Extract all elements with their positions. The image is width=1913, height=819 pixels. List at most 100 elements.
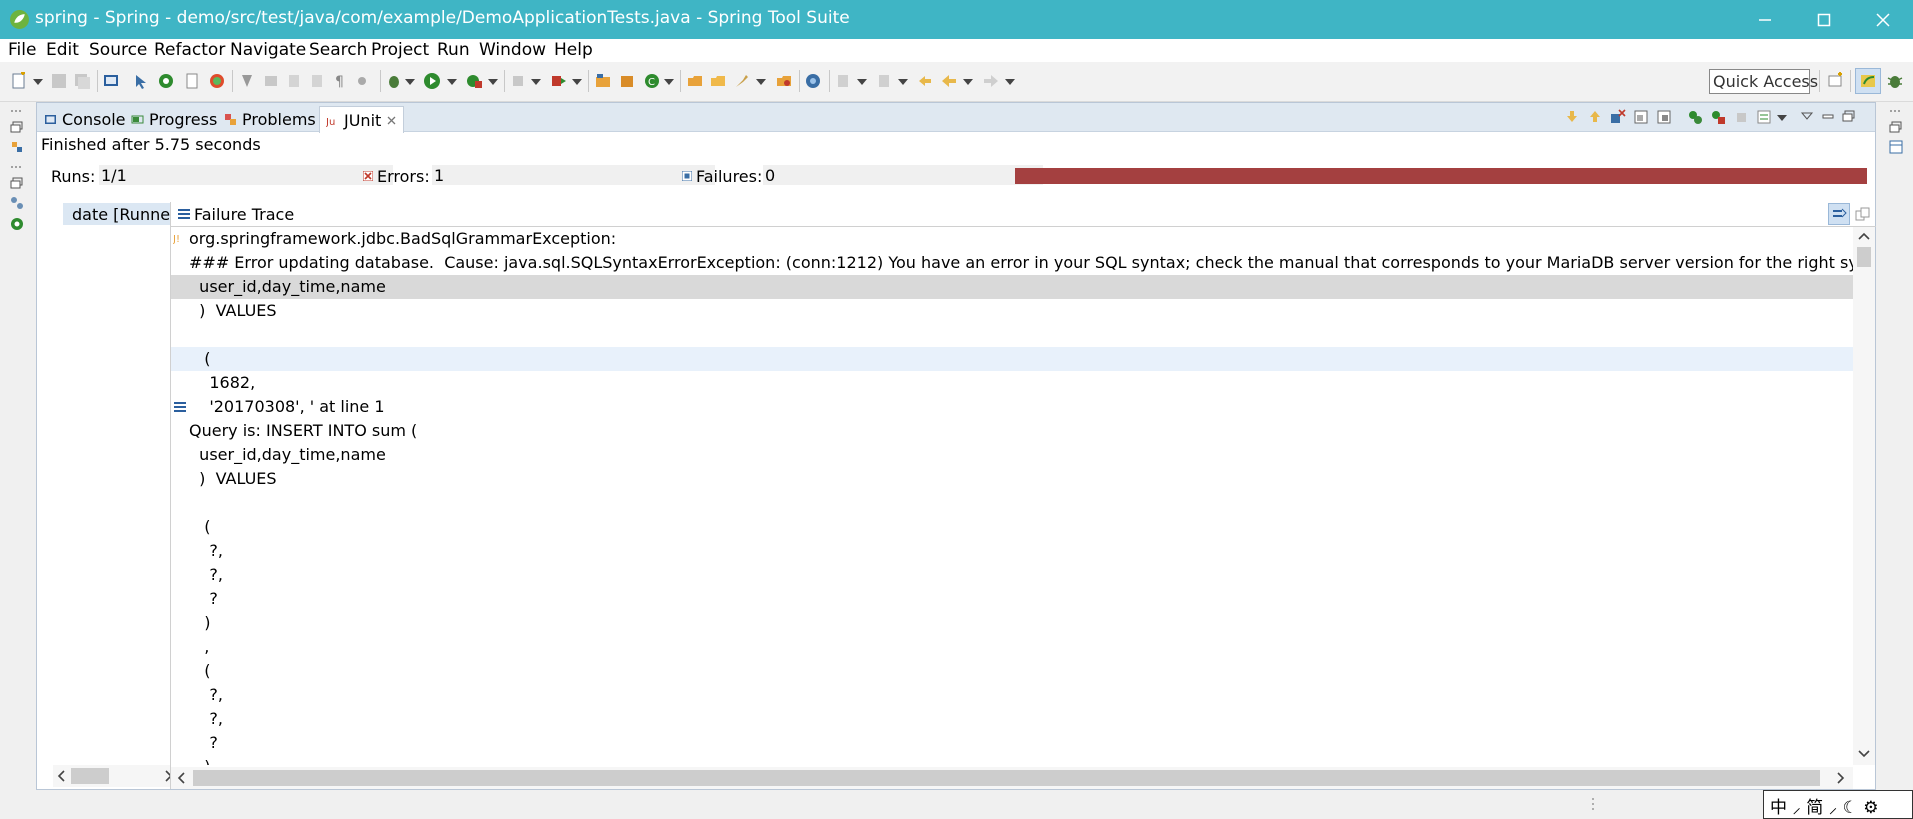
scroll-lock-icon[interactable] — [1633, 109, 1649, 125]
filter-stack-button[interactable] — [1828, 203, 1850, 225]
tab-junit[interactable]: Ju JUnit — [319, 106, 405, 133]
new-package-icon[interactable] — [618, 72, 636, 90]
trace-horizontal-scrollbar[interactable] — [171, 767, 1853, 789]
new-class-dropdown-icon[interactable] — [664, 79, 674, 85]
view-menu-icon[interactable] — [1800, 109, 1814, 123]
save-all-icon[interactable] — [73, 72, 91, 90]
scroll-left-icon[interactable] — [57, 770, 67, 782]
outline-icon[interactable] — [1889, 140, 1903, 154]
restore-icon[interactable] — [10, 176, 24, 190]
quick-access-field[interactable]: Quick Access — [1709, 69, 1818, 94]
boot-dashboard-icon[interactable] — [10, 217, 24, 231]
history-dropdown-icon[interactable] — [1777, 115, 1787, 121]
debug-dropdown-icon[interactable] — [405, 79, 415, 85]
test-tree-item[interactable]: date [Runner: JUnit 4] — [63, 203, 180, 225]
open-perspective-icon[interactable] — [1826, 72, 1844, 90]
save-icon[interactable] — [50, 72, 68, 90]
test-history-icon[interactable] — [1756, 109, 1772, 125]
globe-refresh-icon[interactable] — [208, 72, 226, 90]
close-button[interactable] — [1854, 0, 1912, 39]
tab-progress[interactable]: Progress — [131, 107, 217, 132]
tree-scroll-thumb[interactable] — [71, 768, 109, 784]
scroll-up-icon[interactable] — [1858, 231, 1870, 241]
menu-file[interactable]: File — [8, 40, 36, 60]
browser-icon[interactable] — [804, 72, 822, 90]
scroll-down-icon[interactable] — [1858, 749, 1870, 759]
minimize-button[interactable] — [1736, 0, 1794, 39]
last-edit-location-icon[interactable] — [916, 72, 934, 90]
pilcrow-icon[interactable]: ¶ — [331, 72, 349, 90]
menu-project[interactable]: Project — [371, 40, 429, 60]
back-marker-icon[interactable] — [262, 72, 280, 90]
page-icon[interactable] — [183, 72, 201, 90]
terminal-icon[interactable] — [102, 72, 120, 90]
new-java-project-icon[interactable] — [594, 72, 612, 90]
menu-navigate[interactable]: Navigate — [230, 40, 306, 60]
open-task-icon[interactable] — [775, 72, 793, 90]
stop-test-icon[interactable] — [1733, 109, 1749, 125]
deploy-icon[interactable] — [550, 72, 568, 90]
restore-icon[interactable] — [10, 120, 24, 134]
scroll-right-icon[interactable] — [1835, 772, 1845, 784]
previous-failure-icon[interactable] — [1587, 109, 1603, 125]
new-icon[interactable] — [10, 72, 28, 90]
show-failures-only-icon[interactable] — [1610, 109, 1626, 125]
menu-refactor[interactable]: Refactor — [154, 40, 225, 60]
open-type-icon[interactable] — [686, 72, 704, 90]
menu-run[interactable]: Run — [437, 40, 470, 60]
rerun-test-icon[interactable] — [1687, 109, 1703, 125]
run-dropdown-icon[interactable] — [447, 79, 457, 85]
menu-edit[interactable]: Edit — [46, 40, 79, 60]
search-tool-icon[interactable] — [733, 72, 751, 90]
prev-annotation-icon[interactable] — [308, 72, 326, 90]
spring-boot-icon[interactable] — [157, 72, 175, 90]
search-marker-icon[interactable] — [238, 72, 256, 90]
menu-search[interactable]: Search — [309, 40, 367, 60]
forward-dropdown-icon[interactable] — [1005, 79, 1015, 85]
back-dropdown-icon[interactable] — [963, 79, 973, 85]
back-icon[interactable] — [940, 72, 958, 90]
maximize-view-icon[interactable] — [1842, 109, 1856, 123]
trace-vscroll-thumb[interactable] — [1857, 247, 1871, 267]
debug-perspective-icon[interactable] — [1886, 72, 1904, 90]
menu-help[interactable]: Help — [554, 40, 593, 60]
stop-dropdown-icon[interactable] — [531, 79, 541, 85]
open-folder-icon[interactable] — [709, 72, 727, 90]
compare-result-icon[interactable] — [1855, 207, 1870, 222]
minimize-view-icon[interactable] — [1821, 109, 1835, 123]
run-icon[interactable] — [423, 72, 441, 90]
trace-vertical-scrollbar[interactable] — [1853, 227, 1875, 765]
forward-icon[interactable] — [982, 72, 1000, 90]
debug-icon[interactable] — [385, 72, 403, 90]
maximize-button[interactable] — [1795, 0, 1853, 39]
next-failure-icon[interactable] — [1564, 109, 1580, 125]
package-explorer-icon[interactable] — [10, 140, 24, 154]
external-tools-dropdown-icon[interactable] — [488, 79, 498, 85]
tab-problems[interactable]: Problems — [224, 107, 316, 132]
prev-edit-icon[interactable] — [875, 72, 893, 90]
ime-indicator[interactable]: 中 ⸝ 简 ⸝ ☾ ⚙ — [1763, 790, 1913, 819]
menu-window[interactable]: Window — [479, 40, 546, 60]
next-edit-dropdown-icon[interactable] — [857, 79, 867, 85]
deploy-dropdown-icon[interactable] — [572, 79, 582, 85]
pointer-icon[interactable] — [132, 72, 150, 90]
trace-hscroll-thumb[interactable] — [193, 770, 1820, 786]
failure-trace-text[interactable]: J! org.springframework.jdbc.BadSqlGrammar… — [171, 227, 1853, 765]
stop-icon[interactable] — [509, 72, 527, 90]
external-tools-icon[interactable] — [465, 72, 483, 90]
servers-icon[interactable] — [10, 196, 24, 210]
new-class-icon[interactable]: C — [643, 72, 661, 90]
menu-source[interactable]: Source — [89, 40, 147, 60]
layout-icon[interactable] — [1656, 109, 1672, 125]
prev-edit-dropdown-icon[interactable] — [898, 79, 908, 85]
close-tab-icon[interactable] — [386, 115, 397, 126]
rerun-failed-first-icon[interactable] — [1710, 109, 1726, 125]
restore-icon[interactable] — [1889, 120, 1903, 134]
search-dropdown-icon[interactable] — [756, 79, 766, 85]
tab-console[interactable]: Console — [44, 107, 126, 132]
spring-perspective-button[interactable] — [1855, 68, 1881, 94]
tree-horizontal-scrollbar[interactable] — [53, 765, 180, 787]
pin-icon[interactable] — [355, 72, 373, 90]
new-dropdown-icon[interactable] — [33, 79, 43, 85]
next-edit-icon[interactable] — [834, 72, 852, 90]
